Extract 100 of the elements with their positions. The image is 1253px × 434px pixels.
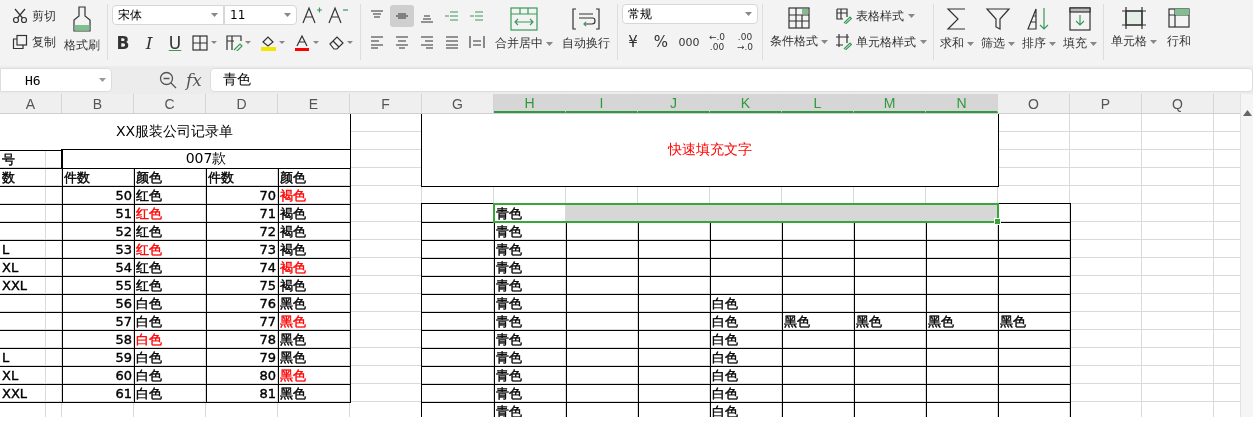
table-cell: [0, 222, 63, 241]
caret-icon: [1150, 39, 1157, 44]
table-cell: 褐色: [278, 258, 351, 277]
align-icon: [419, 35, 435, 49]
caret-icon: [99, 78, 106, 82]
table-cell: 红色: [134, 258, 207, 277]
column-header[interactable]: O: [998, 94, 1070, 113]
caret-icon: [284, 13, 291, 17]
editing-button[interactable]: 求和: [938, 4, 976, 54]
number-format-field[interactable]: 常规: [622, 4, 758, 24]
column-header[interactable]: B: [62, 94, 134, 113]
table-cell: 黑色: [998, 312, 1071, 331]
align-icon: [394, 35, 410, 49]
alignment-button[interactable]: [390, 5, 414, 27]
format-painter-button[interactable]: 格式刷: [61, 4, 103, 56]
function-button[interactable]: fx: [186, 70, 202, 90]
table-cell: 青色: [494, 294, 567, 313]
font-style-button[interactable]: B: [112, 32, 134, 54]
table-cell: 青色: [494, 312, 567, 331]
number-format-button[interactable]: %: [650, 31, 672, 53]
table-cell: 80: [206, 366, 279, 385]
cell-format-button[interactable]: [224, 32, 254, 54]
table-brush-icon: [836, 8, 852, 24]
table-cell: 褐色: [278, 276, 351, 295]
editing-button[interactable]: 填充: [1061, 4, 1099, 54]
table-cell: 黑色: [278, 294, 351, 313]
number-format-button[interactable]: 000: [678, 31, 700, 53]
copy-icon: [12, 34, 28, 50]
column-header[interactable]: E: [278, 94, 350, 113]
table-cell: 白色: [134, 384, 207, 403]
font-name-field[interactable]: 宋体: [112, 5, 224, 25]
align-icon: [444, 35, 460, 49]
scissors-icon: [12, 8, 28, 24]
table-cell: [0, 204, 63, 223]
cut-button[interactable]: 剪切: [10, 6, 58, 26]
table-cell: 颜色: [278, 168, 351, 187]
decimal-button[interactable]: ←.0 .00: [706, 30, 728, 54]
editing-button[interactable]: 筛选: [979, 4, 1017, 54]
font-size-field[interactable]: 11: [224, 5, 297, 25]
cell-style-button[interactable]: 单元格样式: [834, 32, 929, 52]
table-cell: 50: [62, 186, 135, 205]
table-cell: 白色: [710, 384, 783, 403]
table-cell: 79: [206, 348, 279, 367]
caret-icon: [546, 41, 553, 46]
paint-bucket-icon: [260, 35, 286, 51]
cells-button[interactable]: 单元格: [1108, 4, 1160, 52]
table-cell: 60: [62, 366, 135, 385]
table-cell: 55: [62, 276, 135, 295]
borders-button[interactable]: [190, 32, 220, 54]
table-cell: L: [0, 240, 63, 259]
font-size-increase-button[interactable]: [301, 4, 323, 26]
fill-handle[interactable]: [994, 218, 1001, 225]
decimal-button[interactable]: .00 →.0: [734, 30, 756, 54]
grid-icon: [787, 6, 811, 30]
scroll-up-icon[interactable]: [1242, 110, 1252, 116]
table-cell: 白色: [710, 312, 783, 331]
cells-icon: [1166, 6, 1192, 30]
font-style-button[interactable]: I: [138, 32, 160, 54]
borders-icon: [192, 35, 218, 51]
conditional-format-button[interactable]: 条件格式: [767, 4, 831, 52]
merge-center-button[interactable]: 合并居中: [492, 4, 556, 54]
table-cell: 53: [62, 240, 135, 259]
table-cell: 褐色: [278, 222, 351, 241]
table-cell: 青色: [494, 222, 567, 241]
caret-icon: [1008, 41, 1015, 46]
caret-icon: [908, 14, 915, 18]
cells-button[interactable]: 行和: [1163, 4, 1195, 52]
zoom-icon[interactable]: [159, 71, 177, 89]
table-cell: 青色: [494, 276, 567, 295]
font-style-button[interactable]: U: [164, 32, 186, 54]
table-cell: XXL: [0, 384, 63, 403]
column-header[interactable]: D: [206, 94, 278, 113]
column-header[interactable]: F: [350, 94, 422, 113]
table-cell: 51: [62, 204, 135, 223]
column-header[interactable]: P: [1070, 94, 1142, 113]
table-cell: 号: [0, 150, 63, 169]
table-cell: 81: [206, 384, 279, 403]
vertical-scrollbar[interactable]: [1240, 94, 1253, 417]
table-cell: 红色: [134, 222, 207, 241]
table-cell: 黑色: [782, 312, 855, 331]
column-header[interactable]: C: [134, 94, 206, 113]
table-cell: 黑色: [278, 330, 351, 349]
name-box[interactable]: H6: [0, 68, 112, 92]
editing-button[interactable]: 排序: [1020, 4, 1058, 54]
table-style-button[interactable]: 表格样式: [834, 6, 929, 26]
table-cell: 黑色: [926, 312, 999, 331]
table-cell: 青色: [494, 402, 567, 417]
eraser-icon: [328, 35, 354, 51]
formula-input[interactable]: 青色: [209, 68, 1253, 92]
table-cell: 61: [62, 384, 135, 403]
table-cell: 件数: [62, 168, 135, 187]
number-format-button[interactable]: ¥: [622, 31, 644, 53]
font-size-decrease-button[interactable]: [327, 4, 349, 26]
column-header[interactable]: Q: [1142, 94, 1214, 113]
column-header[interactable]: A: [0, 94, 62, 113]
table-cell: 黑色: [278, 312, 351, 331]
copy-button[interactable]: 复制: [10, 32, 58, 52]
table-cell: 褐色: [278, 240, 351, 259]
merge-cells-icon: [509, 6, 539, 32]
wrap-text-button[interactable]: 自动换行: [559, 4, 613, 54]
